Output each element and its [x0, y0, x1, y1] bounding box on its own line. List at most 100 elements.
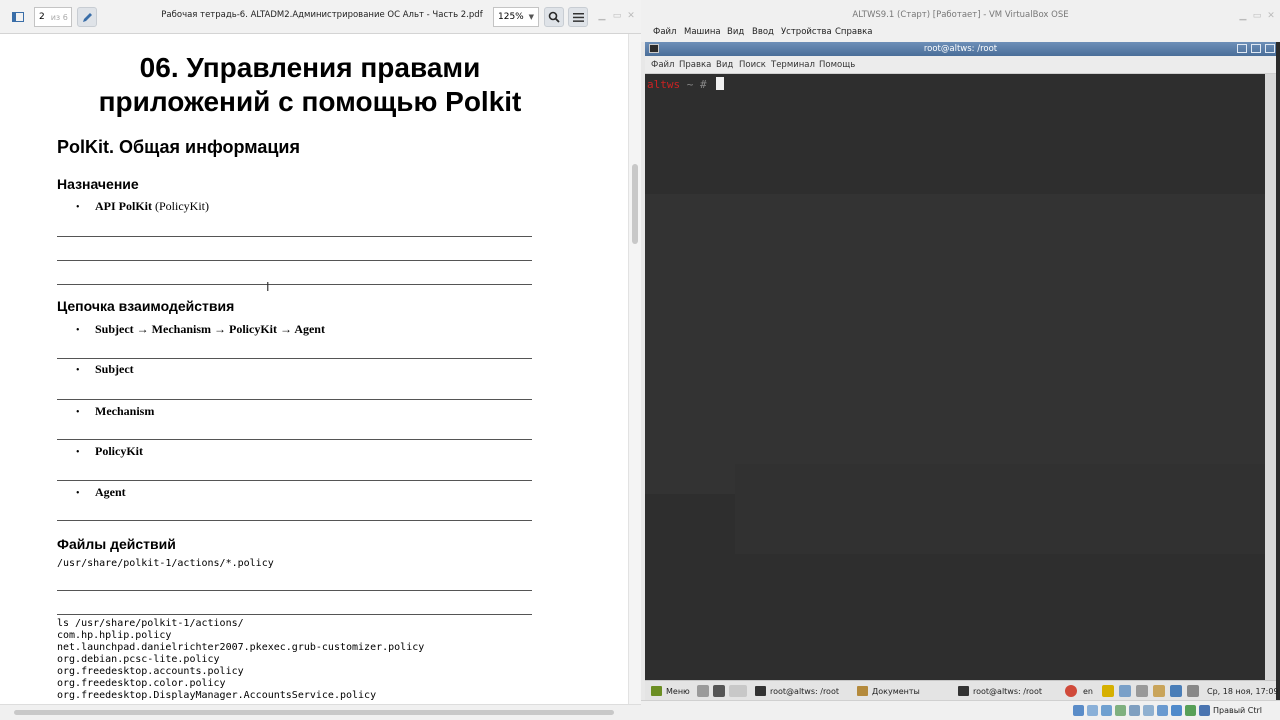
clipboard-icon[interactable]	[1102, 685, 1114, 697]
usb-icon[interactable]	[1129, 705, 1140, 716]
close-icon[interactable]	[1265, 44, 1275, 53]
terminal-icon	[958, 686, 969, 696]
display-icon[interactable]	[1157, 705, 1168, 716]
pencil-icon[interactable]	[77, 7, 97, 27]
task-terminal-1[interactable]: root@altws: /root	[755, 684, 839, 698]
terminal-scrollbar[interactable]	[1265, 74, 1276, 680]
optical-drive-icon[interactable]	[1087, 705, 1098, 716]
terminal-menu-view[interactable]: Вид	[716, 60, 733, 70]
vbox-statusbar: Правый Ctrl	[641, 700, 1280, 720]
start-menu-icon	[651, 686, 662, 696]
vbox-menu-devices[interactable]: Устройства	[781, 27, 832, 37]
minimize-icon[interactable]: ▁	[1238, 11, 1248, 21]
maximize-icon[interactable]: ▭	[612, 11, 622, 21]
chain-item-mechanism: • Mechanism	[76, 404, 154, 419]
vbox-menu-machine[interactable]: Машина	[684, 27, 721, 37]
page-number-value: 2	[39, 12, 45, 22]
clock[interactable]: Ср, 18 ноя, 17:09	[1207, 684, 1279, 698]
minimize-icon[interactable]: ▁	[597, 11, 607, 21]
listing-line: com.hp.hplip.policy	[57, 630, 172, 641]
minimize-icon[interactable]	[1237, 44, 1247, 53]
terminal-menubar: Файл Правка Вид Поиск Терминал Помощь	[645, 56, 1276, 74]
vbox-menu-help[interactable]: Справка	[835, 27, 872, 37]
bullet-icon: •	[76, 365, 80, 376]
answer-line	[57, 480, 532, 481]
zoom-select[interactable]: 125% ▼	[493, 7, 539, 27]
vbox-menu-file[interactable]: Файл	[653, 27, 676, 37]
answer-line	[57, 399, 532, 400]
terminal-launcher-icon[interactable]	[713, 685, 725, 697]
menu-icon[interactable]	[568, 7, 588, 27]
maximize-icon[interactable]: ▭	[1252, 11, 1262, 21]
hdd-icon[interactable]	[1073, 705, 1084, 716]
listing-line: ls /usr/share/polkit-1/actions/	[57, 618, 244, 629]
bullet-icon: •	[76, 325, 80, 336]
keyboard-layout[interactable]: en	[1083, 684, 1093, 698]
close-icon[interactable]: ✕	[626, 11, 636, 21]
network-icon[interactable]	[1065, 685, 1077, 697]
bullet-icon: •	[76, 447, 80, 458]
listing-line: org.debian.pcsc-lite.policy	[57, 654, 220, 665]
bluetooth-icon[interactable]	[1136, 685, 1148, 697]
horizontal-scrollbar[interactable]	[0, 704, 641, 720]
document-title: Рабочая тетрадь-6. ALTADM2.Администриров…	[161, 10, 483, 20]
chain-flow: Subject → Mechanism → PolicyKit → Agent	[95, 322, 325, 336]
shared-folders-icon[interactable]	[1143, 705, 1154, 716]
virtualbox-window: ALTWS9.1 (Старт) [Работает] - VM Virtual…	[641, 0, 1280, 720]
task-label: root@altws: /root	[770, 686, 839, 696]
zoom-value: 125%	[498, 12, 524, 22]
answer-line	[57, 260, 532, 261]
recording-icon[interactable]	[1171, 705, 1182, 716]
terminal-menu-terminal[interactable]: Терминал	[771, 60, 815, 70]
sidebar-toggle-icon[interactable]	[8, 7, 28, 27]
task-label: Документы	[872, 686, 920, 696]
files-icon[interactable]	[697, 685, 709, 697]
task-label: root@altws: /root	[973, 686, 1042, 696]
start-menu-button[interactable]: Меню	[651, 684, 690, 698]
maximize-icon[interactable]	[1251, 44, 1261, 53]
vbox-menu-input[interactable]: Ввод	[752, 27, 774, 37]
task-documents[interactable]: Документы	[857, 684, 920, 698]
folder-icon	[857, 686, 868, 696]
task-terminal-2[interactable]: root@altws: /root	[958, 684, 1042, 698]
terminal-window[interactable]: root@altws: /root Файл Правка Вид Поиск …	[645, 42, 1276, 680]
purpose-heading: Назначение	[57, 176, 139, 192]
vertical-scrollbar[interactable]	[628, 34, 641, 704]
answer-line	[57, 520, 532, 521]
shell-prompt: altws ~ #	[647, 77, 725, 91]
page-number-field[interactable]: 2 из 6	[34, 7, 72, 27]
close-icon[interactable]: ✕	[1266, 11, 1276, 21]
search-icon[interactable]	[544, 7, 564, 27]
display-icon[interactable]	[1170, 685, 1182, 697]
answer-line	[57, 358, 532, 359]
chain-item-policykit: • PolicyKit	[76, 444, 143, 459]
chain-item-label: Mechanism	[95, 404, 155, 418]
network-adapter-icon[interactable]	[1115, 705, 1126, 716]
terminal-menu-edit[interactable]: Правка	[679, 60, 711, 70]
bullet-icon: •	[76, 407, 80, 418]
pdf-toolbar: 2 из 6 Рабочая тетрадь-6. ALTADM2.Админи…	[0, 0, 641, 34]
updates-icon[interactable]	[1187, 685, 1199, 697]
audio-icon[interactable]	[1101, 705, 1112, 716]
pdf-page[interactable]: 06. Управления правами приложений с помо…	[0, 34, 628, 704]
cpu-icon[interactable]	[1185, 705, 1196, 716]
scrollbar-thumb[interactable]	[632, 164, 638, 244]
terminal-menu-search[interactable]: Поиск	[739, 60, 766, 70]
terminal-title: root@altws: /root	[923, 44, 998, 54]
volume-icon[interactable]	[1119, 685, 1131, 697]
vbox-menu-view[interactable]: Вид	[727, 27, 744, 37]
host-key-label: Правый Ctrl	[1213, 706, 1263, 715]
terminal-menu-file[interactable]: Файл	[651, 60, 674, 70]
start-menu-label: Меню	[666, 686, 690, 696]
prompt-symbol: ~ #	[680, 78, 714, 91]
doc-title-line2: приложений с помощью Polkit	[98, 86, 522, 117]
terminal-output[interactable]: altws ~ #	[645, 74, 1265, 680]
pdf-viewer-window: 2 из 6 Рабочая тетрадь-6. ALTADM2.Админи…	[0, 0, 641, 720]
terminal-menu-help[interactable]: Помощь	[819, 60, 855, 70]
mouse-integration-icon[interactable]	[1199, 705, 1210, 716]
scrollbar-thumb[interactable]	[14, 710, 614, 715]
terminal-titlebar: root@altws: /root	[645, 42, 1276, 56]
notes-icon[interactable]	[1153, 685, 1165, 697]
show-desktop-icon[interactable]	[729, 685, 747, 697]
listing-line: org.freedesktop.color.policy	[57, 678, 226, 689]
